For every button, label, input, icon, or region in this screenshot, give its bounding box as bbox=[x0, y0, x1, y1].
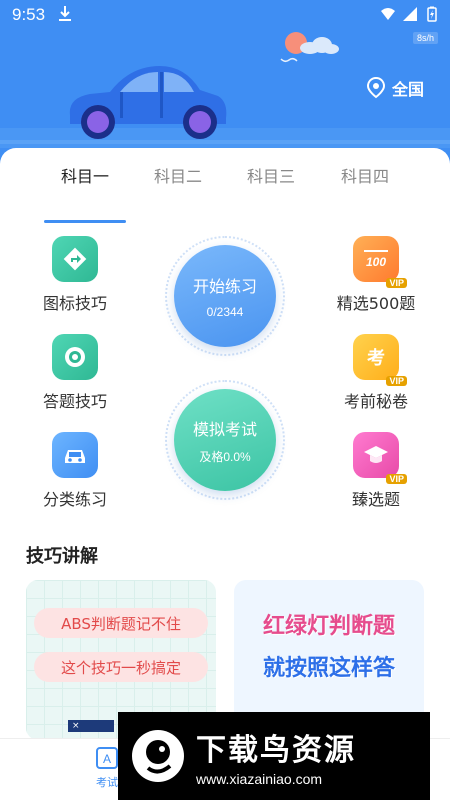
tip-line-2: 就按照这样答 bbox=[262, 656, 395, 681]
location-selector[interactable]: 全国 bbox=[366, 76, 424, 100]
battery-icon bbox=[427, 6, 437, 22]
feature-label: 答题技巧 bbox=[42, 392, 107, 411]
section-title: 技巧讲解 bbox=[26, 546, 98, 567]
watermark-brand: 下载鸟资源 bbox=[196, 733, 356, 768]
vip-badge: VIP bbox=[386, 376, 407, 386]
tab-subject-3[interactable]: 科目三 bbox=[224, 166, 318, 196]
car-illustration bbox=[69, 66, 227, 139]
tab-subject-1[interactable]: 科目一 bbox=[38, 166, 132, 196]
feature-label: 精选500题 bbox=[336, 294, 416, 313]
mock-exam-title: 模拟考试 bbox=[192, 419, 257, 439]
bird-logo-icon bbox=[132, 730, 184, 782]
mock-exam-button[interactable]: 模拟考试 及格0.0% bbox=[174, 389, 276, 491]
tab-subject-2[interactable]: 科目二 bbox=[131, 166, 225, 196]
tip-line-1: 红绿灯判断题 bbox=[262, 614, 395, 639]
ad-close-button[interactable]: × bbox=[68, 720, 114, 732]
svg-text:考: 考 bbox=[367, 347, 385, 369]
nav-label: 考试 bbox=[96, 776, 118, 789]
cloud-decoration bbox=[300, 37, 339, 54]
pass-rate: 及格0.0% bbox=[199, 449, 251, 464]
wifi-icon bbox=[381, 8, 395, 20]
status-time: 9:53 bbox=[12, 5, 46, 24]
traffic-sign-icon bbox=[52, 236, 98, 282]
feature-pre-exam-paper[interactable]: 考 VIP 考前秘卷 bbox=[321, 334, 431, 412]
signal-icon bbox=[403, 7, 417, 21]
tip-line-2: 这个技巧一秒搞定 bbox=[34, 652, 208, 682]
feature-category-practice[interactable]: 分类练习 bbox=[20, 432, 130, 510]
vip-badge: VIP bbox=[386, 278, 407, 288]
main-card: 科目一 科目二 科目三 科目四 图标技巧 答题技巧 分类练习 100 VIP 精… bbox=[0, 148, 450, 740]
feature-label: 臻选题 bbox=[351, 490, 400, 509]
vip-badge: VIP bbox=[386, 474, 407, 484]
feature-answer-tips[interactable]: 答题技巧 bbox=[20, 334, 130, 412]
feature-premium-questions[interactable]: VIP 臻选题 bbox=[321, 432, 431, 510]
mock-exam-ring: 模拟考试 及格0.0% bbox=[165, 380, 285, 500]
exam-nav-icon: A bbox=[96, 747, 118, 769]
svg-text:A: A bbox=[103, 752, 111, 766]
feature-label: 分类练习 bbox=[42, 490, 107, 509]
tab-subject-4[interactable]: 科目四 bbox=[318, 166, 412, 196]
feature-selected-500[interactable]: 100 VIP 精选500题 bbox=[321, 236, 431, 314]
active-tab-indicator bbox=[44, 220, 126, 223]
location-pin-icon bbox=[366, 77, 385, 99]
car-icon bbox=[52, 432, 98, 478]
status-icons bbox=[380, 5, 440, 23]
location-label: 全国 bbox=[391, 80, 424, 99]
nav-item-exam[interactable]: A 考试 bbox=[94, 745, 120, 790]
header-banner: 9:53 8s/h 全国 bbox=[0, 0, 450, 170]
feature-sign-tips[interactable]: 图标技巧 bbox=[20, 236, 130, 314]
svg-text:100: 100 bbox=[366, 255, 386, 269]
bird-decoration bbox=[280, 57, 298, 63]
start-practice-ring: 开始练习 0/2344 bbox=[165, 236, 285, 356]
medal-icon bbox=[52, 334, 98, 380]
watermark-banner: 下载鸟资源 www.xiazainiao.com bbox=[118, 712, 430, 800]
start-practice-title: 开始练习 bbox=[192, 277, 257, 296]
feature-label: 图标技巧 bbox=[42, 294, 107, 313]
status-bar: 9:53 8s/h bbox=[0, 0, 450, 44]
subject-tabs: 科目一 科目二 科目三 科目四 bbox=[0, 166, 450, 223]
practice-progress: 0/2344 bbox=[206, 305, 244, 319]
exam-paper-icon: 考 VIP bbox=[353, 334, 407, 386]
watermark-url: www.xiazainiao.com bbox=[196, 771, 323, 787]
start-practice-button[interactable]: 开始练习 0/2344 bbox=[174, 245, 276, 347]
tip-line-1: ABS判断题记不住 bbox=[34, 608, 208, 638]
score-100-icon: 100 VIP bbox=[353, 236, 407, 288]
feature-label: 考前秘卷 bbox=[343, 392, 408, 411]
graduation-cap-icon: VIP bbox=[353, 432, 407, 484]
watermark-text: 下载鸟资源 www.xiazainiao.com bbox=[196, 725, 356, 787]
network-speed: 8s/h bbox=[412, 32, 438, 44]
download-icon bbox=[59, 6, 71, 21]
